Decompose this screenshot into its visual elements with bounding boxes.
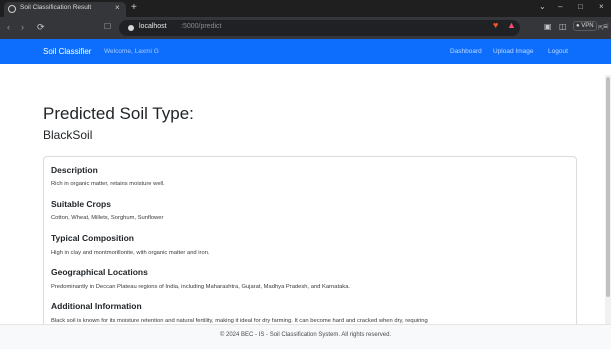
tab-search-icon[interactable]: ⌄: [539, 2, 546, 11]
section-heading-additional-information: Additional Information: [51, 301, 142, 311]
navbar-brand[interactable]: Soil Classifier: [43, 47, 91, 56]
rewards-icon[interactable]: ▲: [507, 20, 516, 30]
address-host: localhost: [139, 23, 167, 30]
address-bar[interactable]: localhost :5000/predict ⇱ |: [119, 20, 609, 36]
section-text-description: Rich in organic matter, retains moisture…: [51, 181, 165, 187]
welcome-text: Welcome, Laxmi G: [104, 48, 159, 55]
footer-text: © 2024 BEC - IS - Soil Classification Sy…: [219, 332, 392, 338]
globe-icon: [8, 5, 16, 13]
address-path: :5000/predict: [181, 23, 222, 30]
sidebar-icon[interactable]: ▣: [544, 22, 552, 31]
scrollbar-thumb[interactable]: [606, 77, 610, 297]
maximize-icon[interactable]: □: [578, 2, 583, 11]
site-info-icon[interactable]: [128, 25, 134, 31]
brave-shield-icon[interactable]: ♥: [493, 20, 498, 30]
forward-icon[interactable]: ›: [21, 22, 24, 32]
tab-title: Soil Classification Result: [20, 4, 92, 11]
section-heading-description: Description: [51, 165, 98, 175]
reload-icon[interactable]: ⟳: [37, 22, 45, 33]
section-heading-suitable-crops: Suitable Crops: [51, 199, 111, 209]
browser-tab[interactable]: Soil Classification Result ×: [4, 2, 126, 17]
browser-toolbar: ‹ › ⟳ ☐ localhost :5000/predict ⇱ | ♥ ▲ …: [0, 17, 611, 39]
section-text-suitable-crops: Cotton, Wheat, Millets, Sorghum, Sunflow…: [51, 215, 164, 221]
site-navbar: Soil Classifier Welcome, Laxmi G Dashboa…: [0, 39, 611, 64]
new-tab-button[interactable]: +: [131, 1, 137, 14]
close-window-icon[interactable]: ×: [599, 2, 604, 11]
section-heading-geographical-locations: Geographical Locations: [51, 267, 148, 277]
nav-link-logout[interactable]: Logout: [548, 48, 568, 55]
predicted-soil-type: BlackSoil: [43, 128, 93, 142]
bookmark-icon[interactable]: ☐: [104, 22, 111, 31]
back-icon[interactable]: ‹: [7, 22, 10, 32]
section-text-typical-composition: High in clay and montmorillonite, with o…: [51, 250, 210, 256]
page-footer: © 2024 BEC - IS - Soil Classification Sy…: [0, 324, 611, 349]
page-scrollbar[interactable]: [605, 75, 611, 324]
page-title: Predicted Soil Type:: [43, 104, 194, 123]
menu-icon[interactable]: ≡: [603, 22, 608, 31]
minimize-icon[interactable]: –: [558, 2, 562, 11]
nav-link-upload-image[interactable]: Upload Image: [493, 48, 533, 55]
nav-link-dashboard[interactable]: Dashboard: [450, 48, 482, 55]
wallet-icon[interactable]: ◫: [559, 22, 567, 31]
section-heading-typical-composition: Typical Composition: [51, 233, 134, 243]
close-tab-icon[interactable]: ×: [115, 3, 120, 12]
section-text-geographical-locations: Predominantly in Deccan Plateau regions …: [51, 284, 351, 290]
soil-info-card: Description Rich in organic matter, reta…: [43, 156, 577, 349]
vpn-button[interactable]: ● VPN: [573, 21, 597, 31]
browser-tab-bar: Soil Classification Result × + ⌄ – □ ×: [0, 0, 611, 17]
